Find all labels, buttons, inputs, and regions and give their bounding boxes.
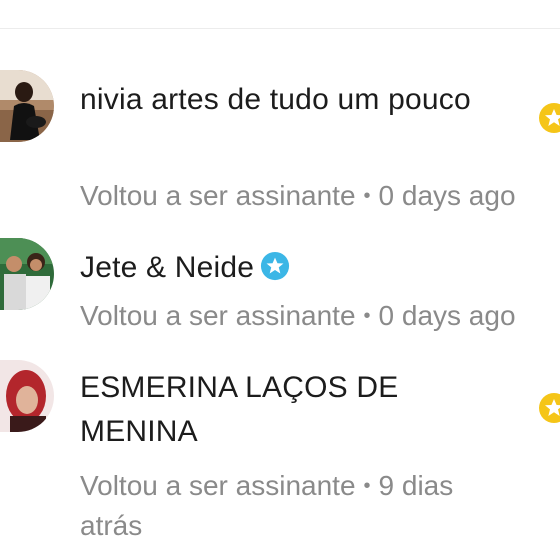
status-text: Voltou a ser assinante (80, 470, 356, 501)
subscriber-name[interactable]: nivia artes de tudo um pouco (80, 78, 500, 122)
subscriber-status-line: Voltou a ser assinante • 9 dias atrás (80, 466, 520, 546)
separator-dot: • (363, 305, 371, 327)
separator-dot: • (363, 185, 371, 207)
subscriber-status-line: Voltou a ser assinante • 0 days ago (80, 176, 516, 216)
gold-star-badge-icon (539, 393, 560, 423)
top-divider (0, 28, 560, 29)
subscriber-status-line: Voltou a ser assinante • 0 days ago (80, 296, 516, 336)
status-text: Voltou a ser assinante (80, 300, 356, 331)
blue-star-badge-icon (261, 251, 290, 281)
time-text: 0 days ago (378, 180, 516, 211)
subscriber-name-line[interactable]: Jete & Neide (80, 246, 500, 290)
subscriber-list-screen: nivia artes de tudo um pouco Voltou a se… (0, 0, 560, 560)
subscriber-name[interactable]: ESMERINA LAÇOS DE MENINA (80, 366, 500, 454)
gold-star-badge-icon (539, 103, 560, 133)
time-text: 0 days ago (378, 300, 516, 331)
separator-dot: • (363, 475, 371, 497)
subscriber-name[interactable]: Jete & Neide (80, 251, 254, 284)
status-text: Voltou a ser assinante (80, 180, 356, 211)
avatar[interactable] (0, 70, 54, 142)
avatar[interactable] (0, 360, 54, 432)
avatar[interactable] (0, 238, 54, 310)
